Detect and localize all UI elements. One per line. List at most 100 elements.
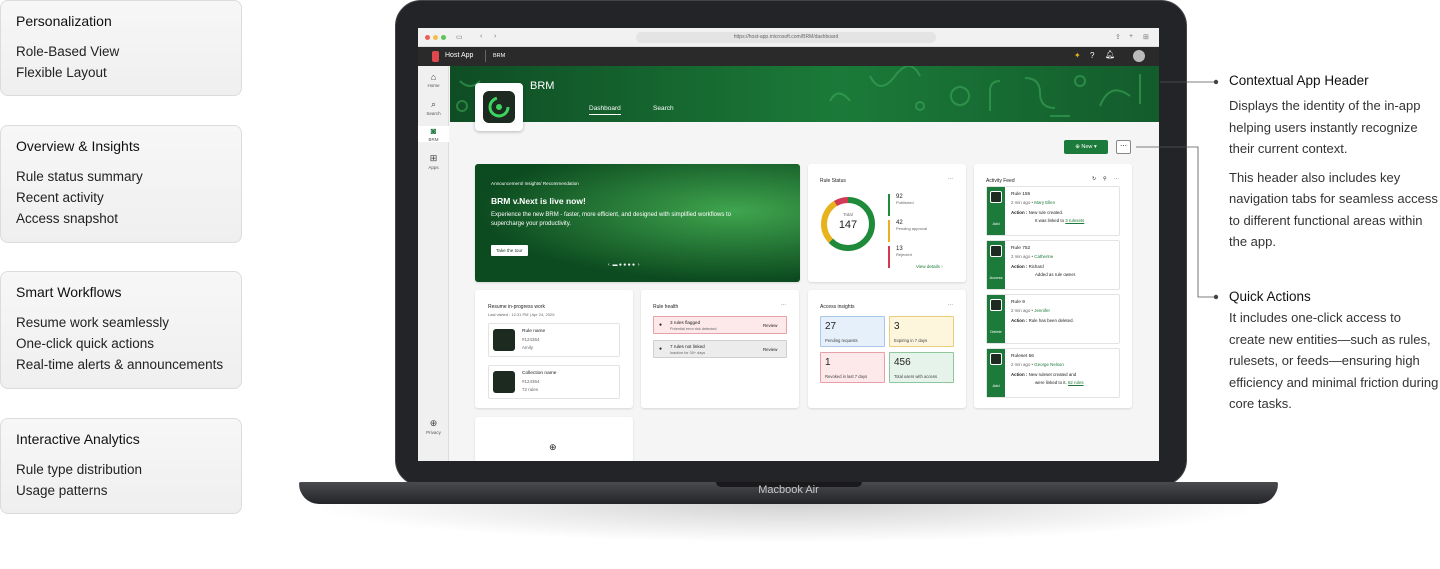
resume-item[interactable]: Rule name #124364 Amily xyxy=(488,323,620,357)
forward-icon[interactable]: › xyxy=(494,33,496,40)
view-details-label: View details xyxy=(916,264,940,269)
refresh-icon[interactable]: ↻ xyxy=(1092,176,1096,182)
activity-user[interactable]: Mary Ellen xyxy=(1034,200,1055,205)
activity-time: 2 min ago xyxy=(1011,362,1031,367)
banner-title: BRM v.Next is live now! xyxy=(491,196,586,206)
total-label: Total xyxy=(843,212,853,217)
rule-icon xyxy=(990,353,1002,365)
maximize-dot-icon[interactable] xyxy=(441,35,446,40)
app-header: BRM Dashboard Search xyxy=(450,66,1159,122)
filter-icon[interactable]: ⚲ xyxy=(1103,176,1107,182)
feature-box-overview: Overview & Insights Rule status summary … xyxy=(0,125,242,243)
activity-item[interactable]: Add Rule 155 2 min ago • Mary Ellen Action … xyxy=(986,186,1120,236)
rail-item-home[interactable]: ⌂ Home xyxy=(418,72,449,88)
help-icon[interactable]: ? xyxy=(1090,51,1094,60)
feature-title: Personalization xyxy=(16,13,112,29)
activity-item[interactable]: Add Ruleset 56 2 min ago • George Nelson Ac… xyxy=(986,348,1120,398)
legend-label: Published xyxy=(896,200,914,205)
health-sub: Inactive for 30+ days xyxy=(670,351,706,355)
rail-label: Privacy xyxy=(426,430,441,435)
address-bar[interactable]: https://host-app.microsoft.com/BRM/dashb… xyxy=(636,32,936,43)
new-button[interactable]: ⊕ New ▾ xyxy=(1064,140,1108,154)
feature-item: One-click quick actions xyxy=(16,336,155,351)
callout-header: Contextual App Header Displays the ident… xyxy=(1229,73,1439,253)
activity-type-add: Add xyxy=(987,349,1005,397)
share-icon[interactable]: ⇪ xyxy=(1115,33,1121,41)
action-link[interactable]: 82 rules xyxy=(1068,380,1084,385)
view-details-link[interactable]: View details › xyxy=(916,264,943,269)
rule-icon xyxy=(990,245,1002,257)
last-visited: Last visited : 12:31 PM | Apr 24, 2025 xyxy=(488,312,555,317)
activity-user[interactable]: Catherine xyxy=(1034,254,1053,259)
tab-search[interactable]: Search xyxy=(653,105,674,112)
more-button[interactable]: ⋯ xyxy=(1116,140,1131,154)
avatar[interactable] xyxy=(1133,50,1145,62)
rail-item-apps[interactable]: ⊞ Apps xyxy=(418,153,449,170)
sidebar-toggle-icon[interactable]: ▭ xyxy=(456,33,463,41)
access-tile[interactable]: 456 Total users with access xyxy=(889,352,954,383)
brm-logo-icon xyxy=(483,91,515,123)
card-title: Activity Feed xyxy=(986,178,1015,184)
rule-icon xyxy=(990,191,1002,203)
tab-dashboard[interactable]: Dashboard xyxy=(589,105,621,115)
bell-icon[interactable]: 🔔︎ xyxy=(1105,50,1115,59)
app-short-name[interactable]: BRM xyxy=(493,53,505,59)
activity-type-delete: Delete xyxy=(987,295,1005,343)
add-widget-card[interactable]: ⊕ xyxy=(475,417,633,461)
access-tile[interactable]: 27 Pending requests xyxy=(820,316,885,347)
activity-user[interactable]: Jennifer xyxy=(1034,308,1050,313)
carousel-pager[interactable]: ‹ ▬ ● ● ● ● › xyxy=(608,262,640,268)
rail-item-search[interactable]: ⌕ Search xyxy=(418,99,449,116)
more-icon[interactable]: ⋯ xyxy=(1114,176,1119,182)
host-logo-icon xyxy=(432,51,439,62)
feature-item: Real-time alerts & announcements xyxy=(16,357,224,372)
action-label: Action : xyxy=(1011,318,1028,323)
search-icon: ⌕ xyxy=(430,99,437,109)
access-tile[interactable]: 1 Revoked in last 7 days xyxy=(820,352,885,383)
action-link[interactable]: 3 rulesets xyxy=(1065,218,1084,223)
header-pattern xyxy=(456,66,1141,117)
app-logo xyxy=(475,83,523,131)
access-tile[interactable]: 3 Expiring in 7 days xyxy=(889,316,954,347)
more-icon[interactable]: ⋯ xyxy=(781,302,786,308)
review-button[interactable]: Review xyxy=(763,347,777,352)
rail-item-brm[interactable]: ◙ BRM xyxy=(418,126,449,142)
tabs-icon[interactable]: ⊞ xyxy=(1143,33,1149,41)
card-title: Rule health xyxy=(653,304,679,310)
new-tab-icon[interactable]: + xyxy=(1129,33,1133,40)
take-tour-button[interactable]: Take the tour xyxy=(491,245,528,256)
activity-time: 2 min ago xyxy=(1011,200,1031,205)
action-line: were linked to it. xyxy=(1035,380,1067,385)
minimize-dot-icon[interactable] xyxy=(433,35,438,40)
rocket-icon[interactable]: ✦ xyxy=(1074,51,1081,60)
new-label: New xyxy=(1081,144,1093,150)
card-title: Access insights xyxy=(820,304,855,310)
activity-item[interactable]: Access Rule 752 2 min ago • Catherine Actio… xyxy=(986,240,1120,290)
more-icon[interactable]: ⋯ xyxy=(948,176,953,182)
rule-status-card: Rule Status ⋯ Total 147 92 Published 42 Pe… xyxy=(808,164,966,282)
activity-item[interactable]: Delete Rule 92 min ago • Jennifer Action :… xyxy=(986,294,1120,344)
total-value: 147 xyxy=(838,219,858,231)
resume-item[interactable]: Collection name #124364 72 rules xyxy=(488,365,620,399)
access-insights-card: Access insights ⋯ 27 Pending requests 3 Exp… xyxy=(808,290,966,408)
activity-time: 2 min ago xyxy=(1011,254,1031,259)
health-item-flagged[interactable]: ● 3 rules flagged Potential error risk d… xyxy=(653,316,787,334)
rail-label: Apps xyxy=(428,165,439,170)
tile-value: 456 xyxy=(894,357,911,368)
health-item-unlinked[interactable]: ● 7 rules not linked Inactive for 30+ da… xyxy=(653,340,787,358)
alert-icon: ● xyxy=(659,322,663,328)
add-circle-icon[interactable]: ⊕ xyxy=(549,442,557,453)
activity-user[interactable]: George Nelson xyxy=(1034,362,1064,367)
activity-name: Rule 752 xyxy=(1011,246,1031,251)
back-icon[interactable]: ‹ xyxy=(480,33,482,40)
feature-box-personalization: Personalization Role-Based View Flexible… xyxy=(0,0,242,96)
review-button[interactable]: Review xyxy=(763,323,777,328)
tile-label: Total users with access xyxy=(894,374,938,379)
rail-label: BRM xyxy=(428,137,439,142)
more-icon[interactable]: ⋯ xyxy=(948,302,953,308)
close-dot-icon[interactable] xyxy=(425,35,430,40)
feature-item: Role-Based View xyxy=(16,44,120,59)
host-app-name[interactable]: Host App xyxy=(445,52,473,59)
rail-item-privacy[interactable]: ⊕ Privacy xyxy=(418,418,449,435)
tile-label: Expiring in 7 days xyxy=(894,338,928,343)
